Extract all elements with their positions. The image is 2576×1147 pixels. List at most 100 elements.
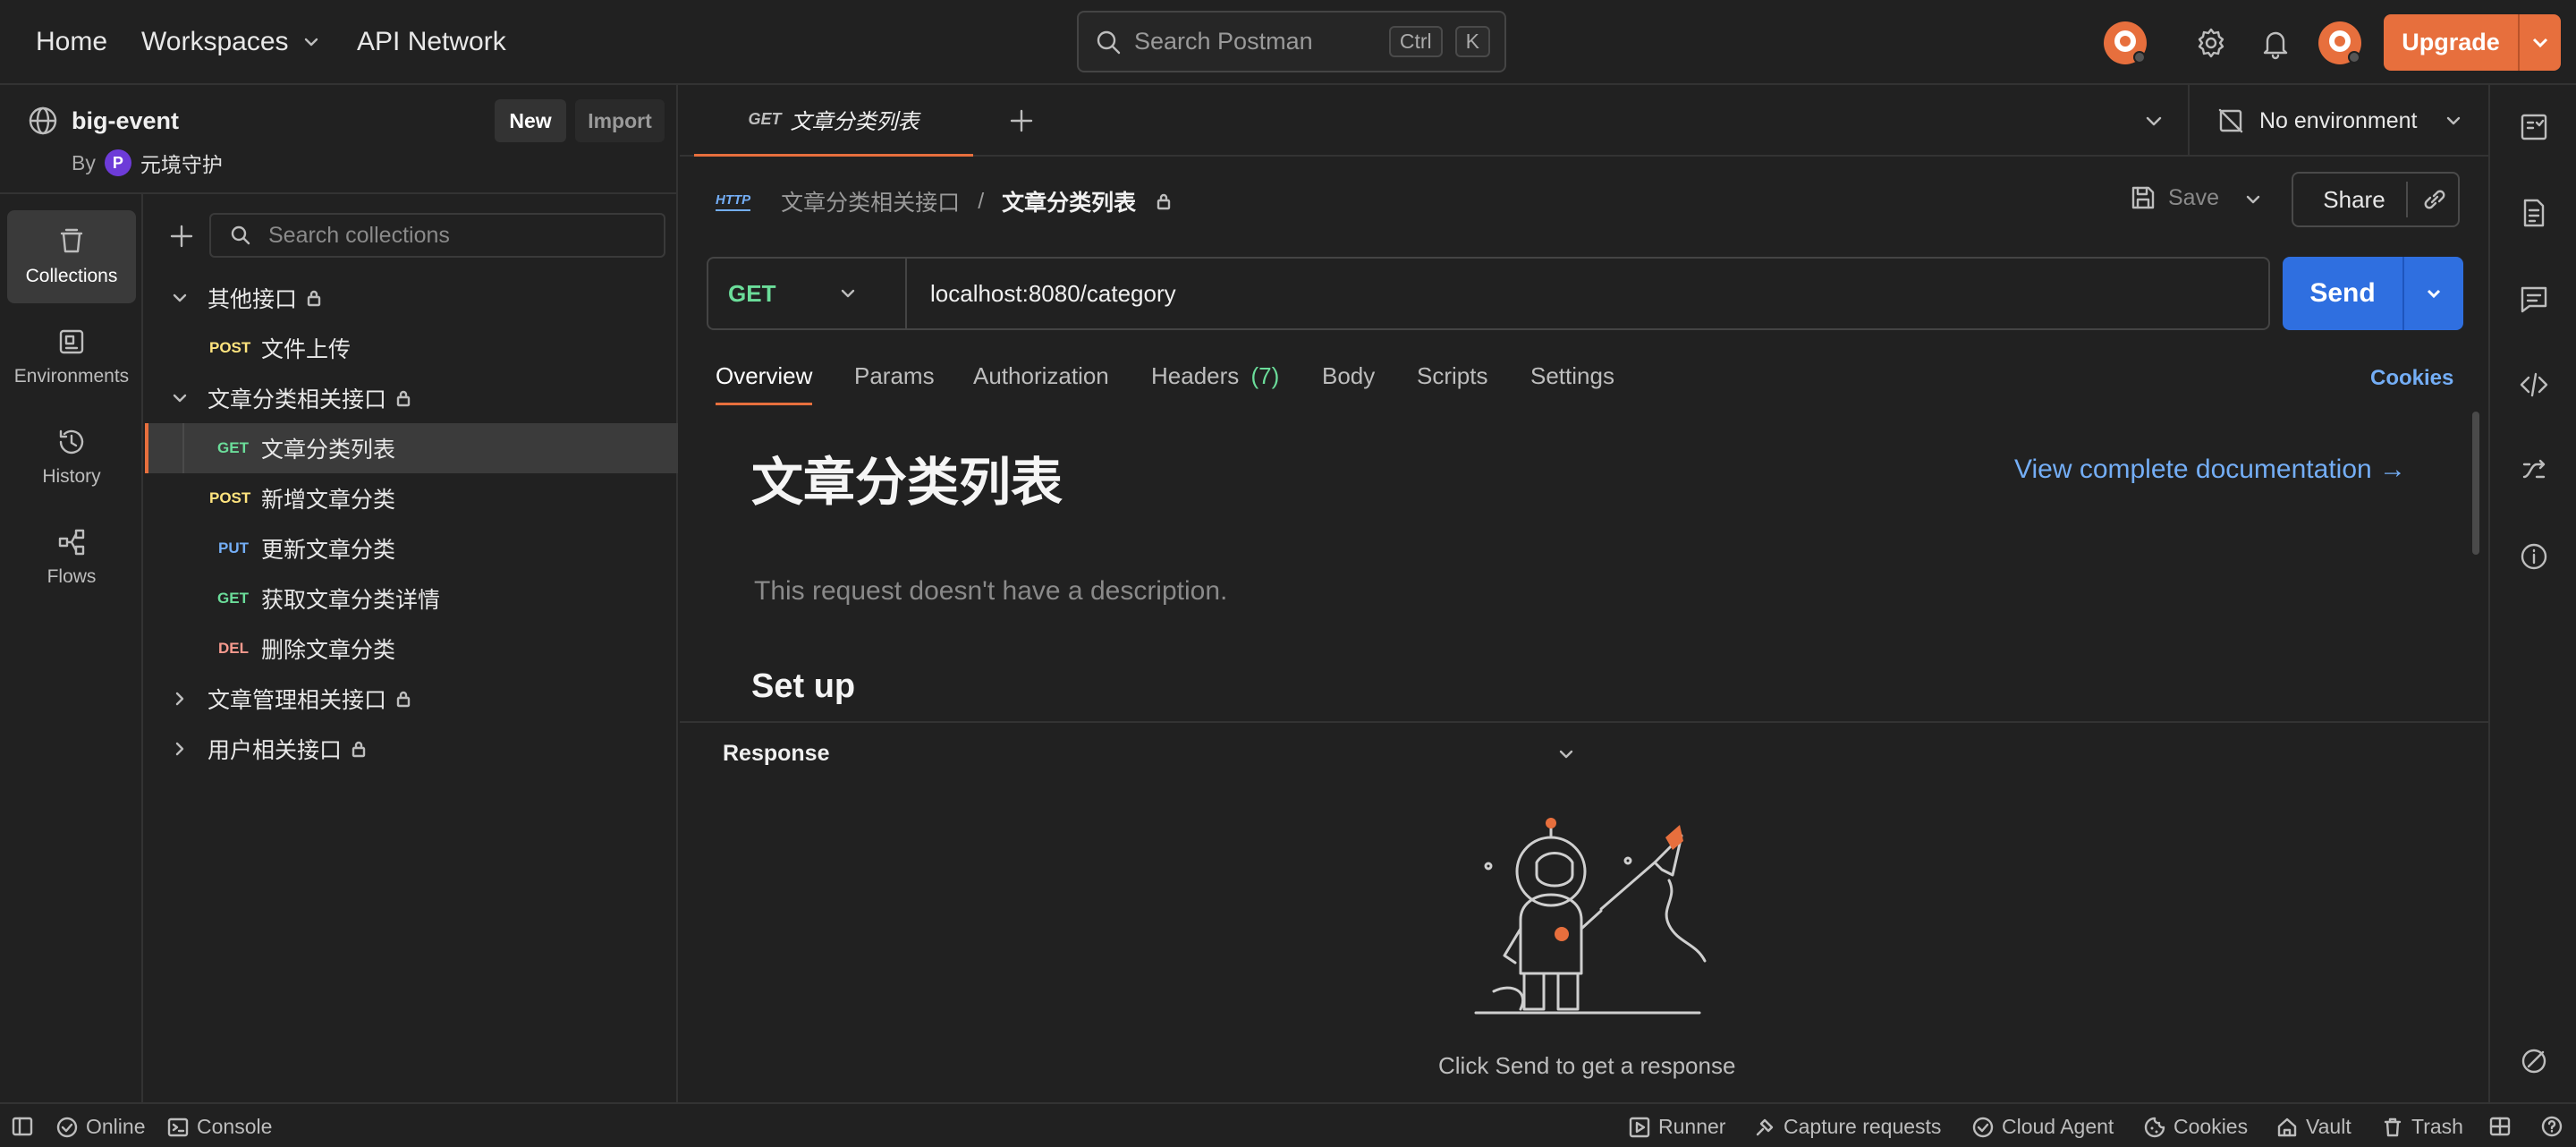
search-icon — [231, 225, 250, 245]
chevron-down-icon — [842, 289, 855, 298]
tab-overview[interactable]: Overview — [716, 362, 813, 405]
folder-row[interactable]: 文章管理相关接口 — [145, 674, 678, 724]
overview-title: 文章分类列表 — [751, 454, 1063, 512]
request-row-selected[interactable]: GET 文章分类列表 — [145, 423, 678, 473]
capture-requests-button[interactable]: Capture requests — [1753, 1115, 1941, 1139]
no-environment-icon — [2218, 108, 2243, 133]
request-row[interactable]: POST 文件上传 — [145, 323, 678, 373]
chevron-right-icon — [175, 742, 184, 756]
home-link[interactable]: Home — [36, 27, 107, 57]
response-pane: Response Click Send to get a response — [680, 721, 2488, 1102]
rail-collections[interactable]: Collections — [7, 210, 136, 303]
runner-button[interactable]: Runner — [1628, 1115, 1725, 1139]
chevron-down-icon — [173, 293, 187, 302]
request-row[interactable]: POST 新增文章分类 — [145, 473, 678, 523]
user-avatar[interactable] — [2317, 20, 2363, 66]
tabs-overflow-chevron-icon[interactable] — [2143, 110, 2165, 132]
code-icon[interactable] — [2517, 368, 2551, 402]
shortcut-ctrl: Ctrl — [1388, 26, 1443, 57]
avatar-icon — [2104, 21, 2147, 64]
shortcut-k: K — [1454, 26, 1490, 57]
workspaces-menu[interactable]: Workspaces — [141, 27, 321, 57]
team-avatar[interactable] — [2102, 20, 2148, 66]
send-button[interactable]: Send — [2283, 257, 2463, 330]
method-select[interactable]: GET — [708, 259, 907, 328]
send-options-chevron-icon — [2427, 289, 2441, 299]
postbot-icon[interactable] — [2517, 1044, 2551, 1078]
breadcrumb-parent[interactable]: 文章分类相关接口 — [781, 185, 960, 217]
online-status[interactable]: Online — [55, 1115, 145, 1139]
folder-row[interactable]: 用户相关接口 — [145, 724, 678, 774]
environment-selector[interactable]: No environment — [2188, 85, 2488, 157]
upgrade-button[interactable]: Upgrade — [2384, 14, 2561, 71]
collections-sidebar: Search collections 其他接口 POST 文件上传 文章分类相关… — [145, 85, 678, 1102]
overview-scrollbar[interactable] — [2472, 412, 2479, 555]
right-context-panel — [2488, 85, 2576, 1102]
console-button[interactable]: Console — [166, 1115, 272, 1139]
save-icon — [2131, 186, 2155, 209]
lock-icon — [396, 691, 411, 708]
bell-icon — [2263, 31, 2288, 60]
trash-button[interactable]: Trash — [2381, 1115, 2463, 1139]
astronaut-illustration-icon — [1474, 818, 1707, 1015]
rail-environments[interactable]: Environments — [7, 310, 136, 404]
breadcrumb-current[interactable]: 文章分类列表 — [1002, 185, 1136, 217]
view-documentation-link[interactable]: View complete documentation → — [2014, 455, 2406, 485]
tab-body[interactable]: Body — [1322, 362, 1375, 390]
headers-count: (7) — [1250, 362, 1280, 389]
collections-icon — [60, 228, 83, 253]
check-circle-icon — [56, 1117, 78, 1137]
request-row[interactable]: DEL 删除文章分类 — [145, 624, 678, 674]
tab-scripts[interactable]: Scripts — [1417, 362, 1487, 390]
url-bar: GET localhost:8080/category — [707, 257, 2270, 330]
add-collection-icon[interactable] — [168, 223, 195, 250]
rail-flows[interactable]: Flows — [7, 511, 136, 604]
tab-headers[interactable]: Headers (7) — [1151, 362, 1279, 390]
chevron-down-icon — [304, 38, 318, 47]
comments-icon[interactable] — [2517, 282, 2551, 316]
save-options-chevron-icon[interactable] — [2243, 190, 2263, 209]
global-search-placeholder: Search Postman — [1134, 28, 1313, 55]
trash-icon — [2384, 1117, 2402, 1136]
cookies-link[interactable]: Cookies — [2370, 366, 2453, 391]
request-row[interactable]: PUT 更新文章分类 — [145, 523, 678, 574]
folder-row[interactable]: 文章分类相关接口 — [145, 373, 678, 423]
lock-icon — [352, 741, 366, 758]
notifications-button[interactable] — [2258, 25, 2293, 61]
cookie-icon — [2144, 1117, 2165, 1137]
cloud-agent-button[interactable]: Cloud Agent — [1971, 1115, 2114, 1139]
left-rail: Collections Environments History Flows — [0, 194, 143, 1102]
global-search[interactable]: Search Postman Ctrl K — [1077, 11, 1506, 72]
vault-button[interactable]: Vault — [2275, 1115, 2351, 1139]
documentation-icon[interactable] — [2517, 196, 2551, 230]
flows-icon — [58, 529, 85, 556]
add-tab-icon[interactable] — [1007, 106, 1036, 135]
capture-icon — [1756, 1118, 1774, 1135]
share-button[interactable]: Share — [2292, 172, 2460, 227]
tab-settings[interactable]: Settings — [1530, 362, 1614, 390]
folder-row[interactable]: 其他接口 — [145, 273, 678, 323]
help-icon[interactable] — [2540, 1115, 2563, 1138]
environment-icon — [59, 329, 84, 354]
tab-request[interactable]: GET 文章分类列表 — [694, 85, 973, 157]
request-row[interactable]: GET 获取文章分类详情 — [145, 574, 678, 624]
save-button[interactable]: Save — [2129, 183, 2219, 212]
owner-avatar: P — [104, 149, 131, 176]
runner-panel-icon[interactable] — [2517, 110, 2551, 144]
status-cookies-button[interactable]: Cookies — [2143, 1115, 2248, 1139]
info-icon[interactable] — [2517, 540, 2551, 574]
search-icon — [1097, 30, 1121, 54]
tab-authorization[interactable]: Authorization — [973, 362, 1109, 390]
url-input[interactable]: localhost:8080/category — [930, 280, 1176, 308]
runner-icon — [1629, 1117, 1650, 1137]
api-network-link[interactable]: API Network — [357, 27, 506, 57]
collapse-response-chevron-icon[interactable] — [1556, 744, 1576, 764]
collections-search-input[interactable]: Search collections — [209, 213, 665, 258]
rail-history[interactable]: History — [7, 411, 136, 504]
tab-params[interactable]: Params — [854, 362, 935, 390]
related-collections-icon[interactable] — [2517, 454, 2551, 488]
toggle-sidebar-icon[interactable] — [11, 1115, 34, 1138]
settings-button[interactable] — [2193, 25, 2229, 61]
chevron-down-icon — [173, 394, 187, 403]
layout-toggle-icon[interactable] — [2488, 1115, 2512, 1138]
